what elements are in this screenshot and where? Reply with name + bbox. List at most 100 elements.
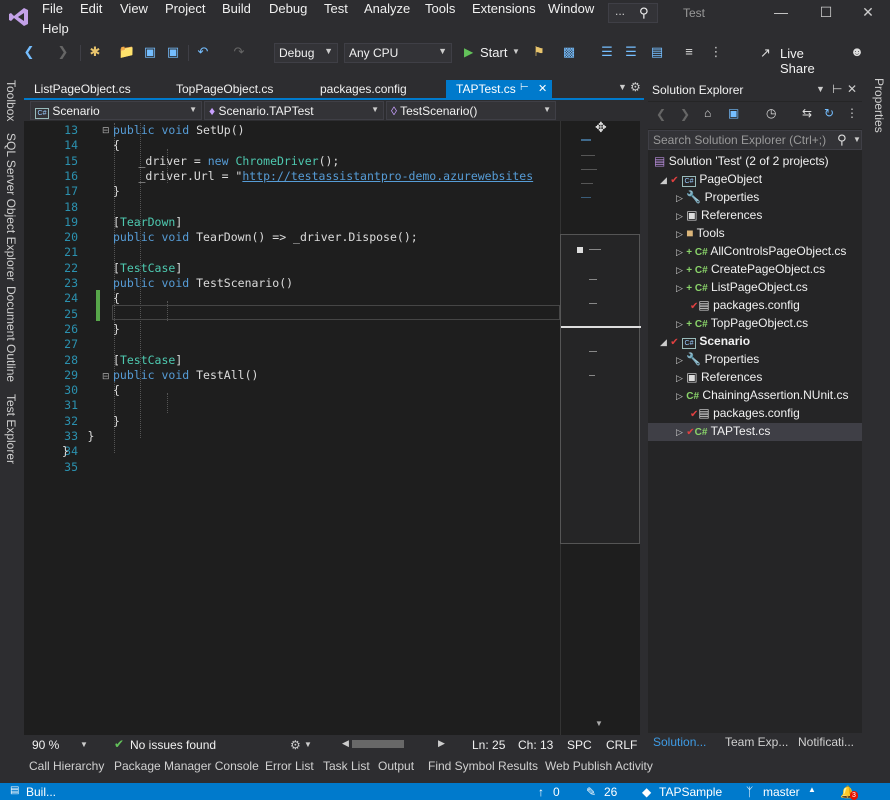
visual-studio-logo-icon[interactable]: [8, 6, 30, 28]
more-icon[interactable]: ⋮: [846, 106, 858, 120]
configuration-dropdown[interactable]: Debug ▼: [274, 43, 338, 63]
feedback-icon[interactable]: ☻: [848, 44, 866, 62]
menu-window[interactable]: Window: [548, 1, 594, 16]
pending-changes-icon[interactable]: ◷: [766, 106, 776, 120]
chevron-down-icon[interactable]: ▼: [80, 740, 88, 749]
tree-item-createpageobject[interactable]: ▷ + C# CreatePageObject.cs: [676, 262, 825, 276]
tab-package-manager-console[interactable]: Package Manager Console: [114, 759, 259, 773]
tree-item-properties[interactable]: ▷ 🔧 Properties: [676, 190, 759, 204]
menu-help[interactable]: Help: [42, 21, 69, 36]
solution-explorer-search[interactable]: Search Solution Explorer (Ctrl+;) ⚲ ▼: [648, 130, 862, 150]
close-panel-icon[interactable]: ✕: [847, 82, 857, 96]
whitespace-mode[interactable]: SPC: [567, 738, 592, 752]
tree-item-properties[interactable]: ▷ 🔧 Properties: [676, 352, 759, 366]
tree-item-taptest[interactable]: ▷ ✔C# TAPTest.cs: [676, 424, 770, 438]
tree-project-pageobject[interactable]: ◢ ✔ C# PageObject: [660, 172, 762, 187]
menu-view[interactable]: View: [120, 1, 148, 16]
window-position-icon[interactable]: ▼: [816, 84, 825, 94]
tree-item-packages-config[interactable]: ✔▤ packages.config: [690, 298, 800, 312]
undo-icon[interactable]: ↶: [194, 44, 212, 62]
tab-toolbox[interactable]: Toolbox: [4, 80, 18, 121]
tab-call-hierarchy[interactable]: Call Hierarchy: [29, 759, 104, 773]
collapsed-icon[interactable]: ▷: [676, 319, 683, 329]
tree-solution[interactable]: ▤ Solution 'Test' (2 of 2 projects): [654, 154, 829, 168]
tree-item-toppageobject[interactable]: ▷ + C# TopPageObject.cs: [676, 316, 808, 330]
menu-debug[interactable]: Debug: [269, 1, 307, 16]
menu-extensions[interactable]: Extensions: [472, 1, 536, 16]
column-number[interactable]: Ch: 13: [518, 738, 553, 752]
tab-packages-config[interactable]: packages.config: [310, 80, 417, 99]
expand-icon[interactable]: ◢: [660, 337, 667, 347]
new-project-icon[interactable]: ✱: [86, 44, 104, 62]
scroll-right-icon[interactable]: ▶: [438, 738, 445, 749]
collapsed-icon[interactable]: ▷: [676, 283, 683, 293]
tab-task-list[interactable]: Task List: [323, 759, 370, 773]
collapsed-icon[interactable]: ▷: [676, 391, 683, 401]
repository-name[interactable]: TAPSample: [659, 785, 722, 799]
collapsed-icon[interactable]: ▷: [676, 229, 683, 239]
expand-icon[interactable]: ◢: [660, 175, 667, 185]
branch-name[interactable]: master: [763, 785, 800, 799]
collapsed-icon[interactable]: ▷: [676, 355, 683, 365]
code-editor[interactable]: ⊟ ⊟ 13 public void SetUp() 14 {15 _driver = …: [24, 121, 560, 735]
tree-item-allcontrols[interactable]: ▷ + C# AllControlsPageObject.cs: [676, 244, 846, 258]
open-folder-icon[interactable]: 📁: [118, 44, 136, 62]
chevron-up-icon[interactable]: ▲: [808, 785, 816, 794]
menu-analyze[interactable]: Analyze: [364, 1, 410, 16]
tree-project-scenario[interactable]: ◢ ✔ C# Scenario: [660, 334, 750, 349]
menu-file[interactable]: File: [42, 1, 63, 16]
chevron-down-icon[interactable]: ▼: [304, 740, 312, 749]
member-dropdown[interactable]: ◊ TestScenario() ▼: [386, 101, 556, 120]
type-dropdown[interactable]: ♦ Scenario.TAPTest ▼: [204, 101, 384, 120]
cleanup-icon[interactable]: ⚙: [290, 738, 301, 752]
comment-icon[interactable]: ☰: [622, 44, 640, 62]
pending-changes-count[interactable]: 26: [604, 785, 617, 799]
menu-tools[interactable]: Tools: [425, 1, 455, 16]
redo-icon[interactable]: ↷: [230, 44, 248, 62]
menu-edit[interactable]: Edit: [80, 1, 102, 16]
home-icon[interactable]: ⌂: [704, 106, 711, 120]
tab-notifications[interactable]: Notificati...: [798, 735, 854, 749]
tab-taptest[interactable]: TAPTest.cs ⊢ ✕: [446, 80, 552, 99]
zoom-level[interactable]: 90 %: [32, 738, 59, 752]
scroll-down-icon[interactable]: ▼: [595, 719, 603, 728]
unpublished-count[interactable]: 0: [553, 785, 560, 799]
tree-item-references[interactable]: ▷ ▣ References: [676, 208, 762, 222]
maximize-button[interactable]: ☐: [811, 4, 841, 24]
tab-output[interactable]: Output: [378, 759, 414, 773]
tree-item-tools[interactable]: ▷ ■ Tools: [676, 226, 725, 240]
menu-project[interactable]: Project: [165, 1, 205, 16]
tree-item-packages-config[interactable]: ✔▤ packages.config: [690, 406, 800, 420]
collapsed-icon[interactable]: ▷: [676, 373, 683, 383]
collapse-icon[interactable]: ⊟: [102, 125, 110, 136]
list-icon[interactable]: ≡: [680, 44, 698, 62]
issues-status[interactable]: No issues found: [130, 738, 216, 752]
tab-find-symbol-results[interactable]: Find Symbol Results: [428, 759, 538, 773]
minimize-button[interactable]: —: [766, 4, 796, 24]
tree-item-listpageobject[interactable]: ▷ + C# ListPageObject.cs: [676, 280, 808, 294]
split-icon[interactable]: ✥: [595, 119, 607, 136]
back-icon[interactable]: ❮: [20, 44, 38, 62]
close-button[interactable]: ✕: [853, 4, 883, 24]
project-dropdown[interactable]: C# Scenario ▼: [30, 101, 202, 120]
save-all-icon[interactable]: ▣: [164, 44, 182, 62]
switch-views-icon[interactable]: ▣: [728, 106, 739, 120]
forward-icon[interactable]: ❯: [55, 44, 71, 62]
collapse-icon[interactable]: ⊟: [102, 371, 110, 382]
menu-search-box[interactable]: ... ⚲: [608, 3, 658, 23]
tab-team-explorer[interactable]: Team Exp...: [725, 735, 788, 749]
horizontal-scroll-thumb[interactable]: [352, 740, 404, 748]
pin-icon[interactable]: ⊢: [832, 82, 842, 96]
tree-item-references[interactable]: ▷ ▣ References: [676, 370, 762, 384]
attach-icon[interactable]: ⚑: [530, 44, 548, 62]
collapsed-icon[interactable]: ▷: [676, 247, 683, 257]
tab-error-list[interactable]: Error List: [265, 759, 314, 773]
tree-item-chainingassertion[interactable]: ▷ C# ChainingAssertion.NUnit.cs: [676, 388, 848, 402]
tab-document-outline[interactable]: Document Outline: [4, 286, 18, 382]
platform-dropdown[interactable]: Any CPU ▼: [344, 43, 452, 63]
collapsed-icon[interactable]: ▷: [676, 211, 683, 221]
live-share-button[interactable]: ↗ Live Share: [760, 45, 840, 76]
line-ending-mode[interactable]: CRLF: [606, 738, 637, 752]
tab-toppageobject[interactable]: TopPageObject.cs: [166, 80, 283, 99]
tab-listpageobject[interactable]: ListPageObject.cs: [24, 80, 141, 99]
